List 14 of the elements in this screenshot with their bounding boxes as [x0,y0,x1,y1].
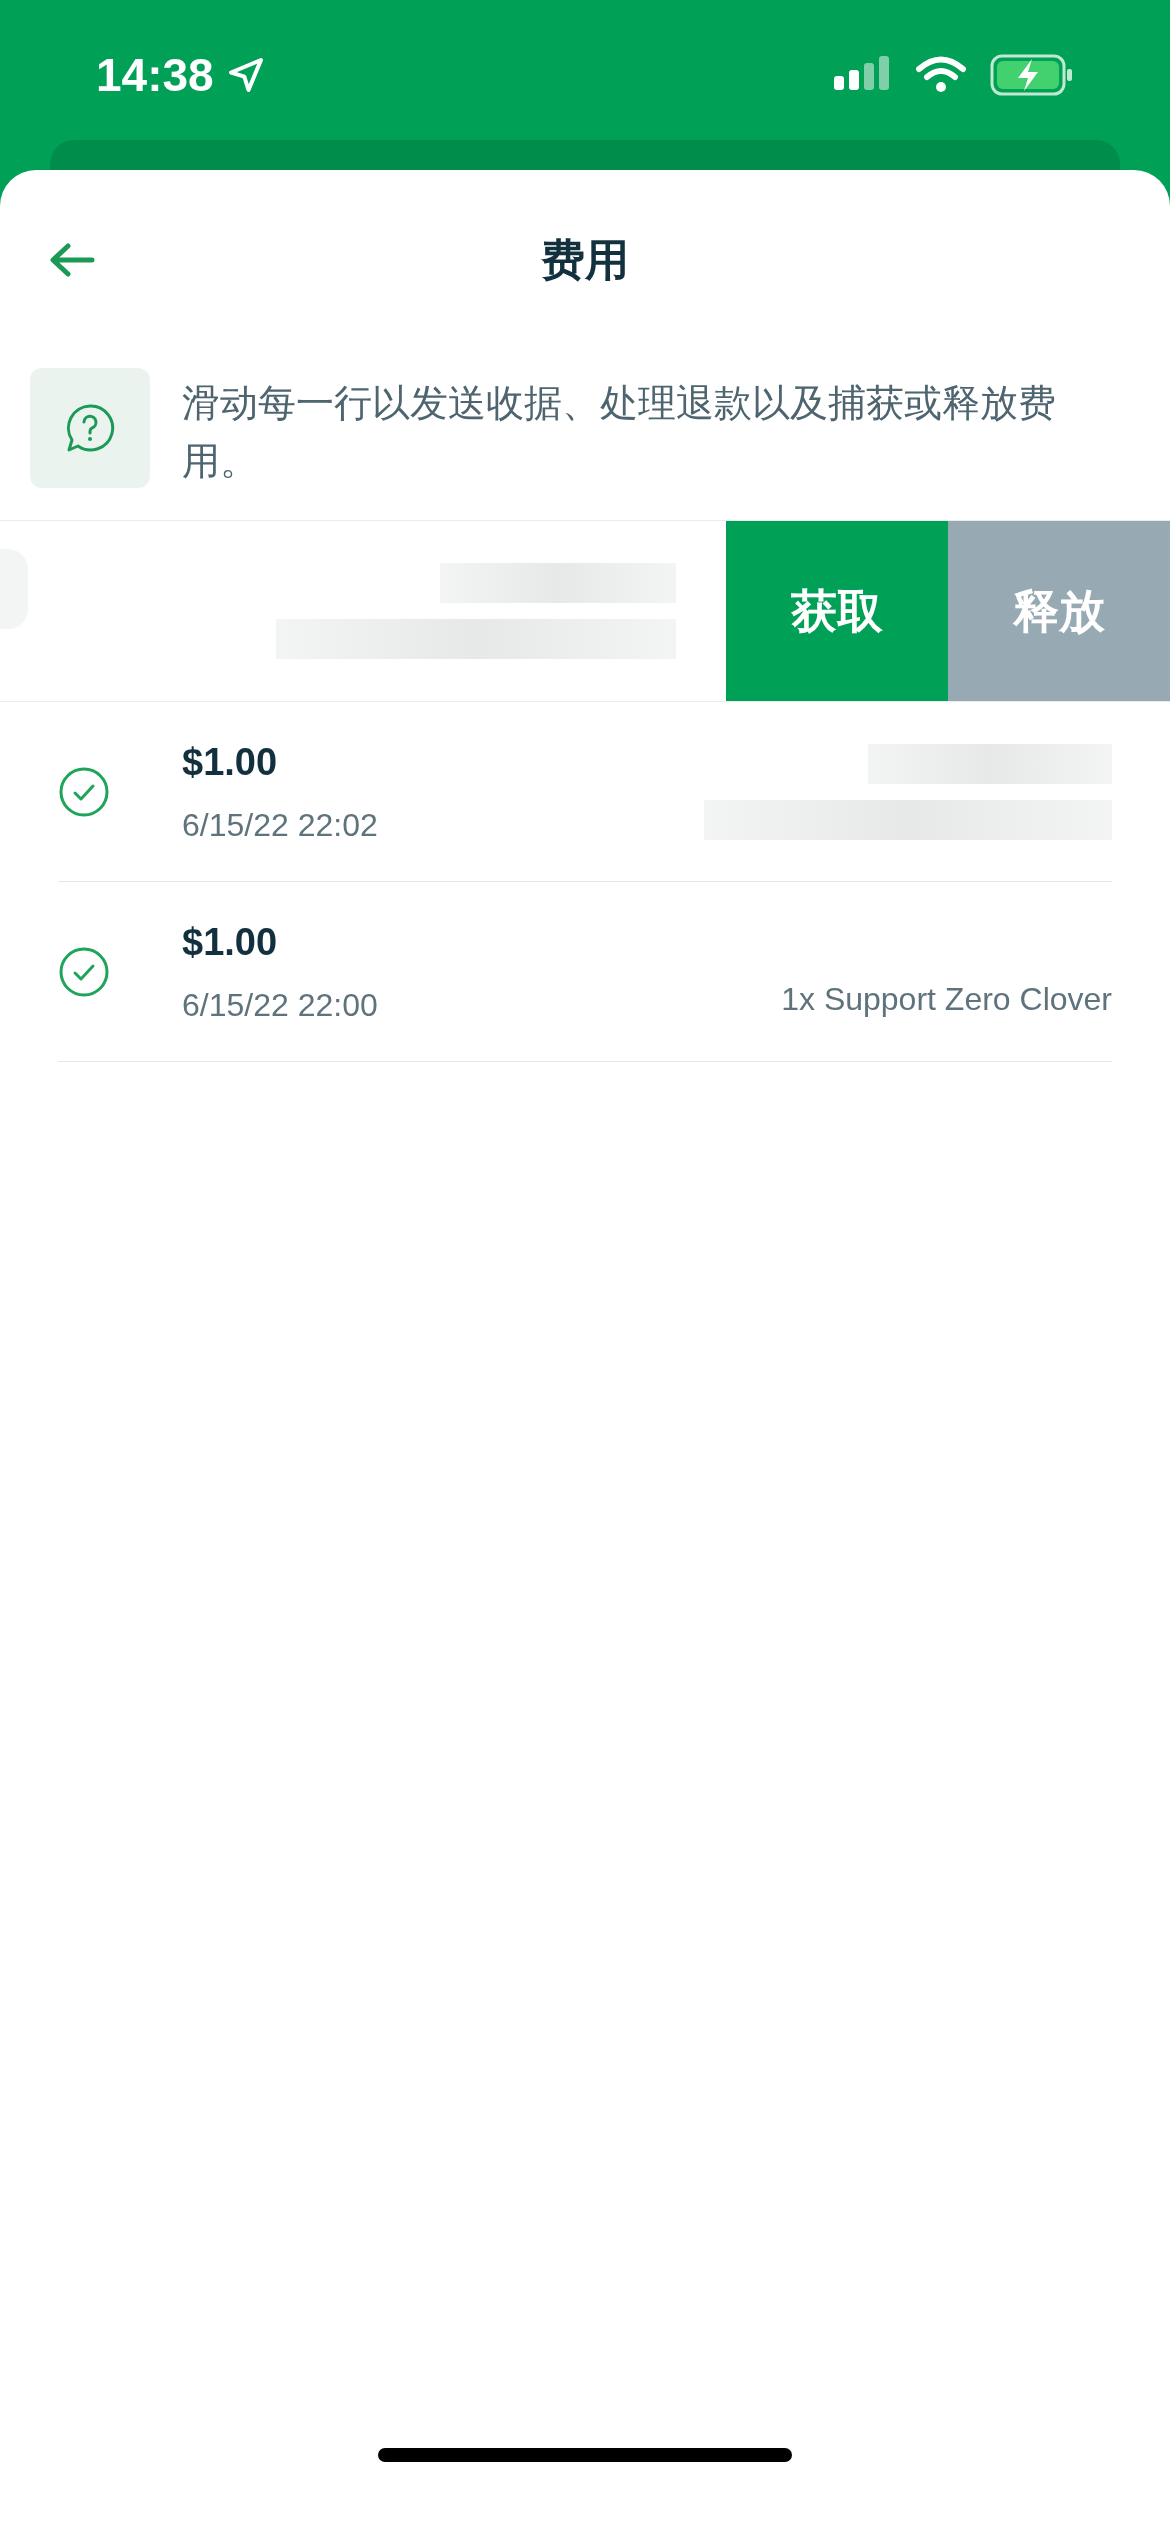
charge-description: 1x Support Zero Clover [781,979,1112,1019]
charge-date: 6/15/22 22:00 [182,986,378,1025]
battery-charging-icon [990,54,1074,96]
swipe-instructions: 滑动每一行以发送收据、处理退款以及捕获或释放费用。 [182,381,1057,484]
status-time: 14:38 [96,47,214,103]
charge-amount: $1.00 [182,740,279,785]
wifi-icon [916,56,966,94]
help-chat-icon [64,402,116,454]
charge-row[interactable]: $1.00 6/15/22 22:00 1x Support Zero Clover [58,882,1112,1062]
back-arrow-icon [48,242,96,278]
charge-row[interactable]: $1.00 6/15/22 22:02 [58,702,1112,882]
charge-date: 6/15/22 22:02 [182,806,378,845]
charge-amount: $1.00 [182,920,279,965]
page-title: 费用 [541,234,629,286]
